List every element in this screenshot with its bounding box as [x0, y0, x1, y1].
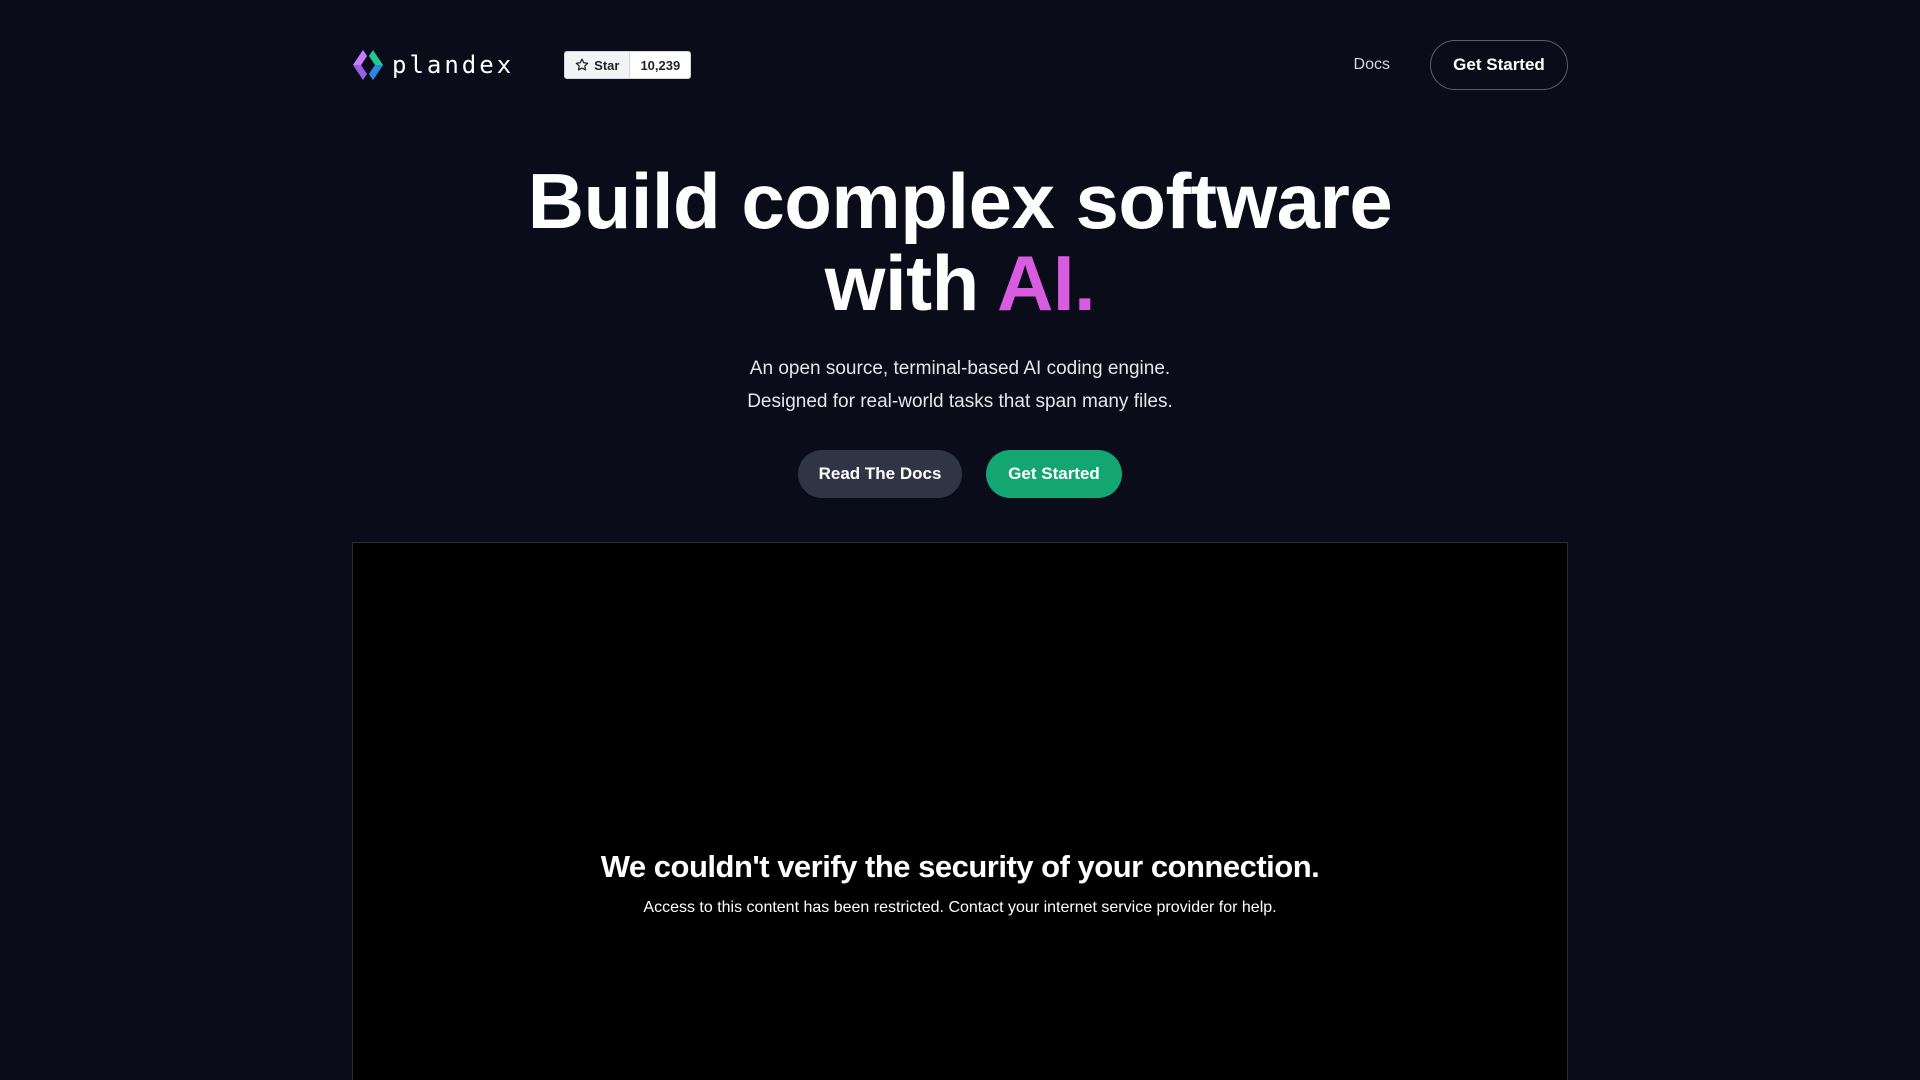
nav-docs-link[interactable]: Docs — [1354, 56, 1390, 74]
star-icon — [575, 58, 589, 71]
read-the-docs-button[interactable]: Read The Docs — [798, 450, 962, 498]
blocked-description: Access to this content has been restrict… — [643, 899, 1277, 916]
hero-title-line1: Build complex software — [527, 157, 1393, 245]
github-star-button[interactable]: Star — [565, 52, 631, 78]
site-header: plandex Star 10,239 Docs Get Started — [352, 40, 1568, 90]
github-star-count[interactable]: 10,239 — [630, 52, 691, 78]
hero-actions: Read The Docs Get Started — [0, 450, 1920, 498]
logo-wordmark: plandex — [392, 51, 515, 79]
nav-get-started-button[interactable]: Get Started — [1430, 40, 1568, 90]
hero-subtitle: An open source, terminal-based AI coding… — [0, 352, 1920, 418]
github-star-label: Star — [594, 57, 620, 73]
hero-title-line2-prefix: with — [824, 239, 998, 327]
hero-title: Build complex software with AI. — [0, 160, 1920, 324]
github-star-badge[interactable]: Star 10,239 — [564, 51, 692, 79]
hero-title-accent: AI. — [997, 239, 1096, 327]
blocked-title: We couldn't verify the security of your … — [600, 849, 1320, 884]
hero-subtitle-line1: An open source, terminal-based AI coding… — [749, 358, 1171, 379]
plandex-logo[interactable]: plandex — [352, 48, 514, 82]
plandex-logo-icon — [353, 50, 383, 80]
hero-section: Build complex software with AI. An open … — [0, 160, 1920, 498]
get-started-button[interactable]: Get Started — [986, 450, 1122, 498]
embedded-video-frame[interactable]: We couldn't verify the security of your … — [352, 542, 1568, 1080]
blocked-content-message: We couldn't verify the security of your … — [353, 849, 1567, 917]
hero-subtitle-line2: Designed for real-world tasks that span … — [747, 391, 1173, 412]
